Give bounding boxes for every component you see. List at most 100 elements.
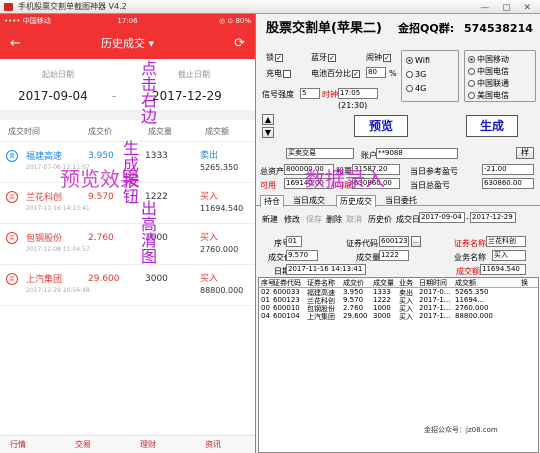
- delete-button[interactable]: 删除: [326, 214, 342, 225]
- datetime-input[interactable]: 2017-11-16 14:13:41: [286, 264, 366, 275]
- table-row[interactable]: 01 600123 兰花科创 9.570 1222 买入 2017-1... 11694...: [259, 296, 538, 305]
- trade-row[interactable]: 买上汽集团 2017-12-29 10:56:48 29.600 3000 买入 8880…: [0, 265, 255, 306]
- hist-price-button[interactable]: 历史价: [368, 214, 392, 225]
- grid-cell: 2017-1...: [419, 312, 451, 320]
- down-arrow-button[interactable]: ▼: [262, 127, 274, 138]
- grid-col-header[interactable]: 日期时间: [419, 278, 447, 288]
- window-controls[interactable]: — ▢ ✕: [480, 1, 536, 15]
- phone-preview: •••• 中国移动 17:06 ◎ ⊙ 80% ← 历史成交 ▾ ⟳ 起始日期 …: [0, 14, 255, 453]
- date-from-input[interactable]: 2017-09-04: [419, 212, 465, 223]
- preview-effect-label: 预览效果: [60, 167, 140, 191]
- tab-finance[interactable]: 理财: [140, 439, 156, 450]
- tab-history-deals[interactable]: 历史成交: [336, 195, 376, 207]
- lock-checkbox[interactable]: ✓: [275, 53, 283, 62]
- charging-checkbox[interactable]: [283, 69, 291, 78]
- preview-button[interactable]: 预览: [354, 115, 408, 137]
- bluetooth-checkbox[interactable]: ✓: [328, 53, 336, 62]
- daily-pl-input[interactable]: -21.00: [482, 164, 534, 175]
- charging-option[interactable]: 充电: [266, 68, 291, 79]
- grid-col-header[interactable]: 成交额: [455, 278, 476, 288]
- account-input[interactable]: **9088: [376, 148, 458, 159]
- trade-direction: 买入: [200, 192, 219, 202]
- amount-input[interactable]: 11694.540: [480, 264, 526, 275]
- seq-input[interactable]: 01: [286, 236, 302, 247]
- date-to-input[interactable]: 2017-12-29: [470, 212, 516, 223]
- cancel-button[interactable]: 取消: [346, 214, 362, 225]
- carrier-telecom[interactable]: 中国电信: [468, 66, 509, 77]
- code-input[interactable]: 600123: [379, 236, 409, 247]
- avail-label: 可用: [260, 181, 276, 190]
- biz-select[interactable]: 买入: [492, 250, 526, 261]
- grid-cell: 买入: [399, 313, 413, 321]
- battery-input[interactable]: 80: [366, 67, 386, 78]
- refresh-icon[interactable]: ⟳: [234, 29, 245, 59]
- page-title[interactable]: 历史成交 ▾: [101, 37, 154, 50]
- carrier-unicom[interactable]: 中国联通: [468, 78, 509, 89]
- tab-market[interactable]: 行情: [10, 439, 26, 450]
- side-badge: 卖: [6, 150, 18, 162]
- tab-news[interactable]: 资讯: [205, 439, 221, 450]
- grid-cell: 2.760: [343, 304, 364, 312]
- trade-qty: 3000: [145, 274, 168, 284]
- trade-row[interactable]: 买包钢股份 2017-12-08 11:04:57 2.760 1000 买入 2760.…: [0, 224, 255, 265]
- net-3g[interactable]: 3G: [406, 70, 426, 79]
- tab-today-deals[interactable]: 当日成交: [290, 195, 328, 206]
- price-input[interactable]: 9.570: [286, 250, 318, 261]
- back-icon[interactable]: ←: [10, 29, 21, 59]
- col-amount: 成交额: [205, 127, 229, 136]
- trade-direction: 卖出: [200, 151, 219, 161]
- tab-trade[interactable]: 交易: [75, 439, 91, 450]
- code-lookup-button[interactable]: …: [411, 236, 421, 247]
- name-input[interactable]: 兰花科创: [486, 236, 526, 247]
- side-badge: 买: [6, 273, 18, 285]
- up-arrow-button[interactable]: ▲: [262, 114, 274, 125]
- grid-col-header[interactable]: 成交价: [343, 278, 364, 288]
- net-wifi[interactable]: Wifi: [406, 56, 430, 65]
- qty-input[interactable]: 1222: [379, 250, 409, 261]
- carrier-mobile[interactable]: 中国移动: [468, 54, 509, 65]
- battery-pct-checkbox[interactable]: ✓: [352, 69, 360, 78]
- battery-pct-option[interactable]: 电池百分比 ✓: [311, 68, 360, 79]
- start-date[interactable]: 2017-09-04: [18, 89, 88, 103]
- style-button[interactable]: 样: [516, 147, 534, 159]
- carrier-us[interactable]: 美国电信: [468, 90, 509, 101]
- table-row[interactable]: 02 600033 福建高速 3.950 1333 卖出 2017-0... 5265.350: [259, 288, 538, 297]
- generate-button[interactable]: 生成: [466, 115, 518, 137]
- trade-price: 2.760: [88, 233, 114, 243]
- grid-col-header[interactable]: 成交量: [373, 278, 394, 288]
- end-date-label: 截止日期: [178, 70, 210, 79]
- alarm-checkbox[interactable]: ✓: [383, 53, 391, 62]
- table-row[interactable]: 04 600104 上汽集团 29.600 3000 买入 2017-1... 88800.0…: [259, 312, 538, 321]
- account-label: 账户: [361, 151, 377, 160]
- save-button[interactable]: 保存: [306, 214, 322, 225]
- table-row[interactable]: 00 600010 包钢股份 2.760 1000 买入 2017-1... 2760.000: [259, 304, 538, 313]
- alarm-option[interactable]: 闹钟 ✓: [366, 52, 391, 63]
- name-label: 证券名称: [454, 239, 486, 248]
- net-4g[interactable]: 4G: [406, 84, 426, 93]
- signal-input[interactable]: 5: [300, 88, 320, 99]
- daily-pl-label: 当日参考盈亏: [410, 167, 458, 176]
- grid-cell: 29.600: [343, 312, 368, 320]
- trade-type-select[interactable]: 买卖交易: [286, 148, 354, 159]
- daily-total-input[interactable]: 630860.00: [482, 178, 534, 189]
- grid-col-header[interactable]: 业务: [399, 278, 413, 288]
- control-panel: 股票交割单(苹果二) 金招QQ群: 574538214 锁 ✓ 蓝牙 ✓ 闹钟 ✓ 充…: [255, 14, 540, 453]
- add-button[interactable]: 新建: [262, 214, 278, 225]
- end-date[interactable]: 2017-12-29: [152, 89, 222, 103]
- phone-navbar: ← 历史成交 ▾ ⟳: [0, 29, 255, 59]
- edit-button[interactable]: 修改: [284, 214, 300, 225]
- grid-cell: 600104: [273, 312, 300, 320]
- grid-cell: 2017-0...: [419, 288, 451, 296]
- grid-col-header[interactable]: 换: [521, 278, 528, 288]
- tab-holdings[interactable]: 持仓: [260, 195, 284, 207]
- clock-input[interactable]: 17:05: [338, 88, 378, 99]
- grid-col-header[interactable]: 证券代码: [273, 278, 301, 288]
- date-range: 起始日期 2017-09-04 - 截止日期 2017-12-29: [0, 59, 255, 111]
- grid-col-header[interactable]: 证券名称: [307, 278, 335, 288]
- tab-today-orders[interactable]: 当日委托: [382, 195, 420, 206]
- daily-total-label: 当日总盈亏: [410, 181, 450, 190]
- grid-cell: 11694...: [455, 296, 484, 304]
- side-badge: 买: [6, 232, 18, 244]
- bluetooth-option[interactable]: 蓝牙 ✓: [311, 52, 336, 63]
- lock-option[interactable]: 锁 ✓: [266, 52, 283, 63]
